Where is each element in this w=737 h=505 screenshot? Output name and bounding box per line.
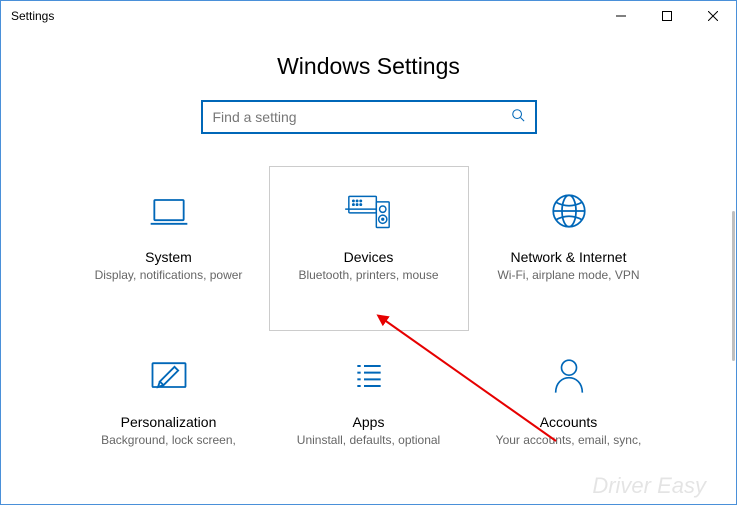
settings-window: Settings Windows Settings — [0, 0, 737, 505]
tile-personalization[interactable]: Personalization Background, lock screen, — [69, 331, 269, 496]
content-area: Windows Settings System Display, notific… — [1, 31, 736, 504]
close-icon — [708, 11, 718, 21]
tile-label: Apps — [353, 414, 385, 430]
search-input[interactable] — [213, 109, 511, 125]
tile-label: Network & Internet — [511, 249, 627, 265]
tile-desc: Bluetooth, printers, mouse — [292, 268, 444, 283]
titlebar-buttons — [598, 1, 736, 31]
tile-desc: Wi-Fi, airplane mode, VPN — [491, 268, 645, 283]
maximize-button[interactable] — [644, 1, 690, 31]
apps-icon — [345, 352, 393, 400]
window-title: Settings — [11, 9, 54, 23]
globe-icon — [545, 187, 593, 235]
personalization-icon — [145, 352, 193, 400]
tile-label: System — [145, 249, 192, 265]
titlebar: Settings — [1, 1, 736, 31]
tiles-grid: System Display, notifications, power — [44, 166, 694, 496]
tile-apps[interactable]: Apps Uninstall, defaults, optional — [269, 331, 469, 496]
tile-desc: Display, notifications, power — [89, 268, 249, 283]
tile-accounts[interactable]: Accounts Your accounts, email, sync, — [469, 331, 669, 496]
minimize-icon — [616, 11, 626, 21]
tile-desc: Background, lock screen, — [95, 433, 242, 448]
accounts-icon — [545, 352, 593, 400]
tile-system[interactable]: System Display, notifications, power — [69, 166, 269, 331]
page-title: Windows Settings — [1, 53, 736, 80]
search-box[interactable] — [201, 100, 537, 134]
close-button[interactable] — [690, 1, 736, 31]
tile-devices[interactable]: Devices Bluetooth, printers, mouse — [269, 166, 469, 331]
search-container — [1, 100, 736, 134]
devices-icon — [345, 187, 393, 235]
tile-network[interactable]: Network & Internet Wi-Fi, airplane mode,… — [469, 166, 669, 331]
tile-label: Accounts — [540, 414, 598, 430]
tile-desc: Your accounts, email, sync, — [490, 433, 648, 448]
tile-label: Personalization — [121, 414, 217, 430]
tile-label: Devices — [344, 249, 394, 265]
scrollbar[interactable] — [732, 211, 735, 361]
maximize-icon — [662, 11, 672, 21]
search-icon — [511, 108, 525, 127]
minimize-button[interactable] — [598, 1, 644, 31]
system-icon — [145, 187, 193, 235]
tile-desc: Uninstall, defaults, optional — [291, 433, 446, 448]
